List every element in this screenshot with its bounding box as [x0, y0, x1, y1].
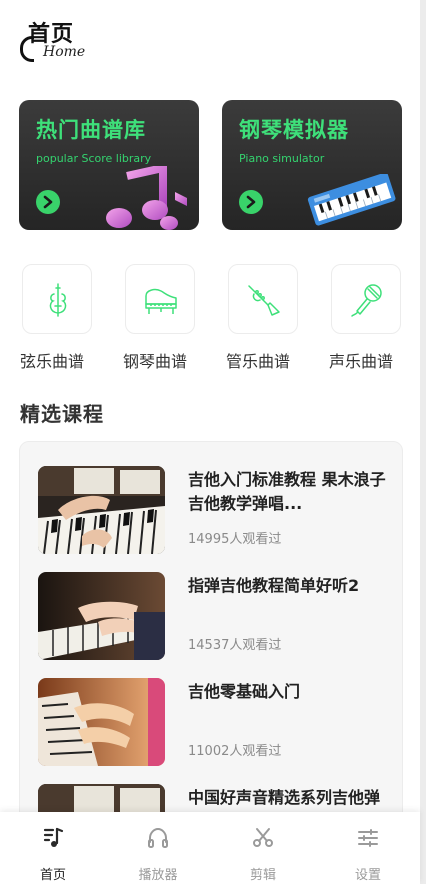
category-icon-box[interactable] [22, 264, 92, 334]
nav-edit[interactable]: 剪辑 [223, 812, 303, 884]
category-label: 钢琴曲谱 [123, 352, 188, 371]
category-label: 管乐曲谱 [226, 352, 291, 371]
page-subtitle: Home [43, 44, 86, 60]
grand-piano-icon [145, 288, 177, 314]
category-label: 声乐曲谱 [329, 352, 394, 371]
banner-title: 钢琴模拟器 [239, 118, 349, 142]
category-winds[interactable]: 管乐曲谱 [226, 264, 318, 374]
category-vocal[interactable]: 声乐曲谱 [329, 264, 421, 374]
course-thumbnail [38, 572, 165, 660]
course-item[interactable]: 指弹吉他教程简单好听2 14537人观看过 [38, 572, 388, 664]
scissors-icon [253, 828, 273, 847]
popular-score-library-card[interactable]: 热门曲谱库 popular Score library [19, 100, 199, 230]
arrow-right-icon[interactable] [36, 190, 60, 214]
banner-subtitle: popular Score library [36, 152, 152, 165]
nav-label: 首页 [39, 868, 66, 883]
category-icon-box[interactable] [331, 264, 401, 334]
course-item[interactable]: 吉他入门标准教程 果木浪子吉他教学弹唱... 14995人观看过 [38, 466, 388, 558]
category-piano[interactable]: 钢琴曲谱 [123, 264, 215, 374]
nav-label: 剪辑 [249, 868, 276, 883]
course-thumbnail [38, 466, 165, 554]
banner-title: 热门曲谱库 [36, 118, 146, 142]
home-logo: 首页 Home [18, 16, 98, 64]
nav-label: 设置 [354, 868, 381, 883]
sliders-icon [358, 829, 378, 847]
course-item[interactable]: 吉他零基础入门 11002人观看过 [38, 678, 388, 770]
arrow-right-icon[interactable] [239, 190, 263, 214]
course-list[interactable]: 吉他入门标准教程 果木浪子吉他教学弹唱... 14995人观看过 指弹吉他教程简… [19, 441, 403, 841]
microphone-icon [351, 284, 382, 317]
course-view-count: 14995人观看过 [188, 532, 282, 547]
nav-home[interactable]: 首页 [13, 812, 93, 884]
course-thumbnail [38, 678, 165, 766]
keyboard-icon [307, 174, 396, 226]
violin-icon [49, 283, 67, 317]
music-notes-icon [106, 166, 187, 230]
course-view-count: 11002人观看过 [188, 744, 282, 759]
category-strings[interactable]: 弦乐曲谱 [20, 264, 112, 374]
course-title: 吉他零基础入门 [188, 682, 301, 701]
section-title: 精选课程 [20, 402, 104, 426]
headphones-icon [148, 827, 168, 848]
trumpet-icon [248, 285, 280, 316]
score-icon [43, 827, 64, 847]
banner-subtitle: Piano simulator [239, 152, 325, 165]
category-icon-box[interactable] [228, 264, 298, 334]
nav-player[interactable]: 播放器 [118, 812, 198, 884]
course-title: 指弹吉他教程简单好听2 [188, 576, 360, 595]
scrollbar[interactable] [420, 0, 426, 884]
category-icon-box[interactable] [125, 264, 195, 334]
course-view-count: 14537人观看过 [188, 638, 282, 653]
bottom-nav: 首页 播放器 剪辑 设置 [0, 812, 420, 884]
category-label: 弦乐曲谱 [20, 352, 85, 371]
nav-settings[interactable]: 设置 [328, 812, 408, 884]
piano-simulator-card[interactable]: 钢琴模拟器 Piano simulator [222, 100, 402, 230]
nav-label: 播放器 [138, 868, 178, 883]
course-title: 吉他入门标准教程 果木浪子吉他教学弹唱... [188, 470, 386, 513]
